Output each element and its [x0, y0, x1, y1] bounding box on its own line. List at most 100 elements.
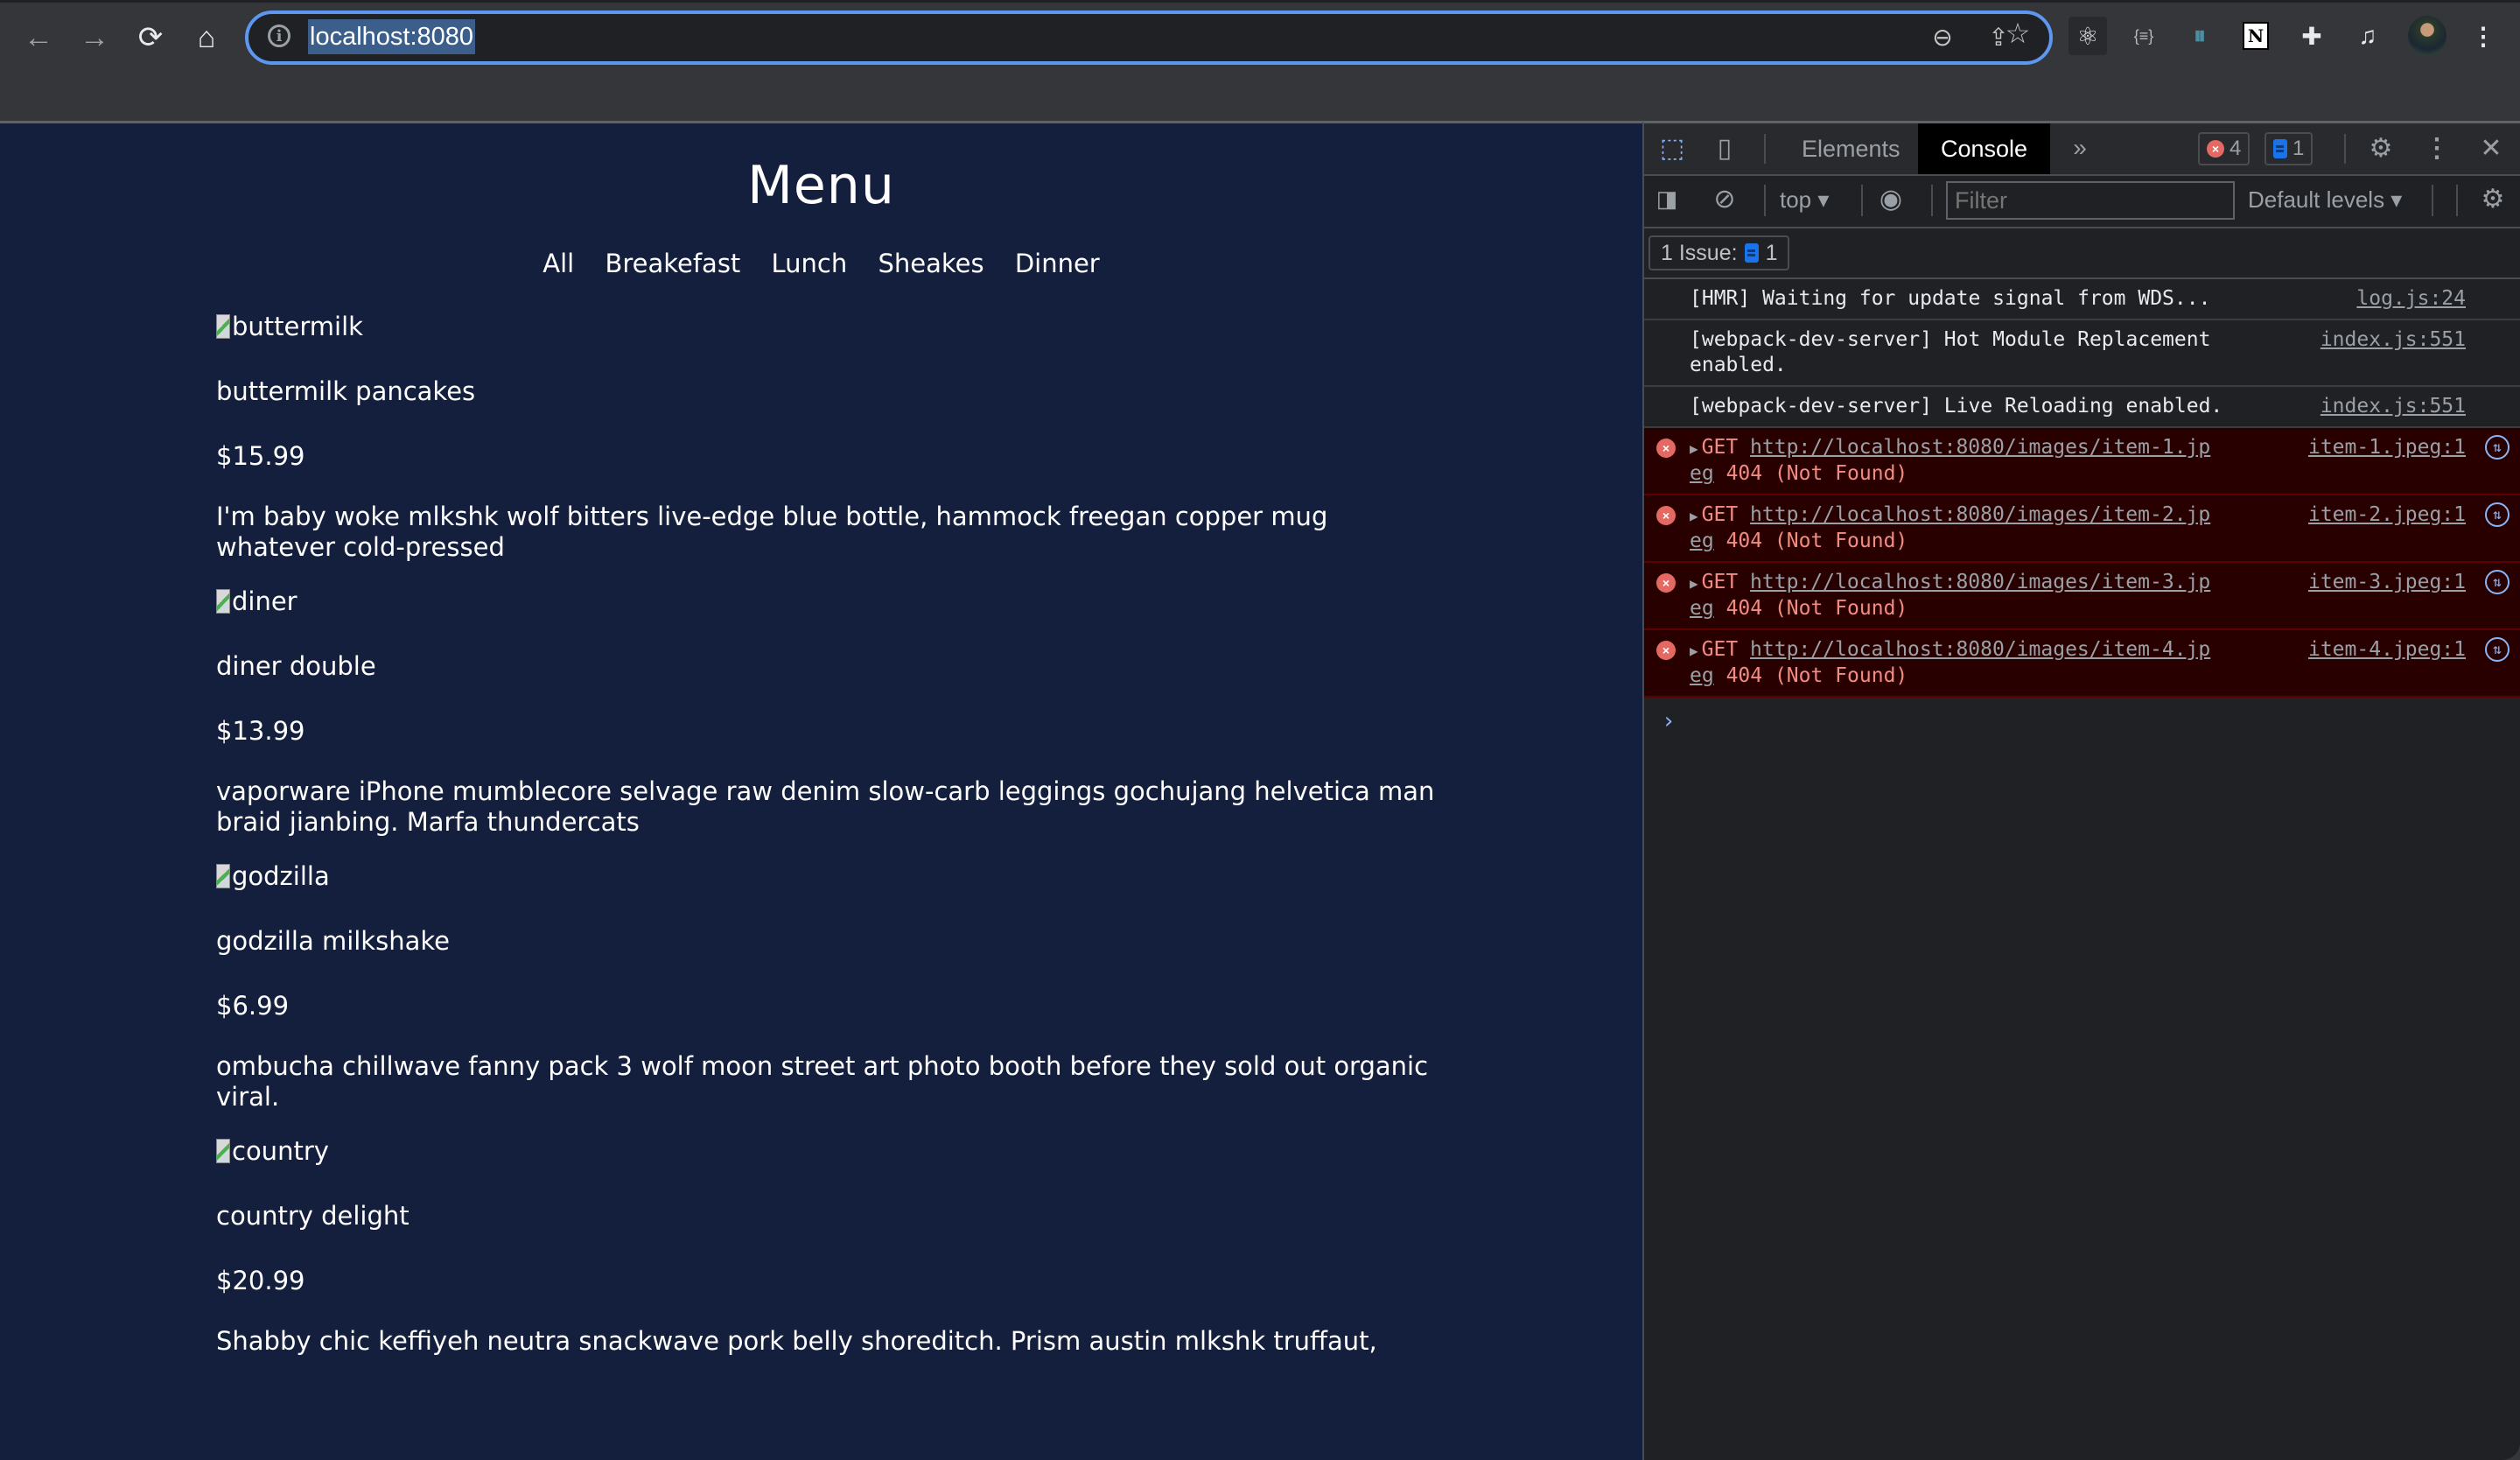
item-price: $6.99 — [216, 991, 290, 1021]
error-count-badge[interactable]: × 4 — [2198, 132, 2250, 165]
notion-icon[interactable]: N — [2236, 17, 2275, 55]
error-status: 404 (Not Found) — [1726, 597, 1908, 620]
request-url[interactable]: http://localhost:8080/images/item-3.jp — [1750, 571, 2210, 593]
reload-button[interactable]: ⟳ — [131, 18, 170, 57]
home-button[interactable]: ⌂ — [187, 18, 226, 57]
extensions-puzzle-icon[interactable]: ✚ — [2292, 17, 2331, 55]
dashlane-icon[interactable]: ⏸ — [2180, 17, 2219, 55]
item-description: vaporware iPhone mumblecore selvage raw … — [216, 776, 1435, 837]
filter-breakfast[interactable]: Breakefast — [605, 249, 740, 278]
page-title: Menu — [747, 155, 895, 216]
prompt-chevron-icon: › — [1662, 708, 1676, 734]
request-url-cont[interactable]: eg — [1690, 597, 1714, 620]
broken-image-icon — [216, 1139, 230, 1163]
sidebar-toggle-icon[interactable]: ◨ — [1649, 181, 1684, 216]
context-selector[interactable]: top ▾ — [1780, 186, 1829, 214]
log-source-link[interactable]: log.js:24 — [2356, 286, 2466, 312]
back-button[interactable]: ← — [19, 18, 58, 57]
console-error-row[interactable]: × ▶ GET http://localhost:8080/images/item… — [1644, 428, 2520, 495]
expand-triangle-icon[interactable]: ▶ — [1690, 508, 1698, 524]
react-devtools-icon[interactable]: ⚛ — [2068, 17, 2107, 55]
error-source-link[interactable]: item-4.jpeg:1 — [2308, 637, 2466, 663]
item-price: $13.99 — [216, 716, 305, 746]
image-alt-text: country — [232, 1136, 329, 1166]
error-icon: × — [1656, 641, 1676, 660]
clear-console-icon[interactable]: ⊘ — [1707, 181, 1742, 216]
item-name: diner double — [216, 651, 376, 681]
network-request-icon[interactable]: ⇅ — [2485, 502, 2510, 527]
inspect-element-icon[interactable]: ⬚ — [1655, 130, 1690, 165]
more-tabs-icon[interactable]: » — [2062, 130, 2097, 165]
request-method: GET — [1701, 436, 1739, 459]
network-request-icon[interactable]: ⇅ — [2485, 570, 2510, 594]
console-error-row[interactable]: × ▶ GET http://localhost:8080/images/item… — [1644, 563, 2520, 630]
tab-console[interactable]: Console — [1918, 123, 2051, 174]
image-alt-text: godzilla — [232, 861, 330, 891]
json-formatter-icon[interactable]: {≡} — [2124, 17, 2163, 55]
error-icon: × — [1656, 506, 1676, 525]
request-url[interactable]: http://localhost:8080/images/item-1.jp — [1750, 436, 2210, 459]
filter-all[interactable]: All — [542, 249, 574, 278]
console-filter-input[interactable] — [1946, 181, 2235, 220]
request-url-cont[interactable]: eg — [1690, 462, 1714, 485]
devtools-tab-bar: ⬚ ▯ Elements Console » × 4 1 ⚙ ⋮ ✕ — [1644, 123, 2520, 176]
menu-item: buttermilk buttermilk pancakes $15.99 I'… — [216, 307, 1441, 563]
item-name: godzilla milkshake — [216, 926, 450, 956]
filter-lunch[interactable]: Lunch — [772, 249, 848, 278]
item-price: $15.99 — [216, 441, 305, 471]
broken-image-icon — [216, 314, 230, 339]
reading-list-icon[interactable]: ♫ — [2348, 17, 2387, 55]
expand-triangle-icon[interactable]: ▶ — [1690, 575, 1698, 592]
device-toolbar-icon[interactable]: ▯ — [1707, 130, 1742, 165]
live-expression-eye-icon[interactable]: ◉ — [1873, 181, 1908, 216]
profile-avatar[interactable] — [2408, 16, 2446, 56]
tab-elements[interactable]: Elements — [1779, 123, 1923, 174]
home-icon: ⌂ — [197, 20, 216, 54]
menu-item: diner diner double $13.99 vaporware iPho… — [216, 582, 1441, 838]
expand-triangle-icon[interactable]: ▶ — [1690, 642, 1698, 659]
image-alt-text: buttermilk — [232, 312, 363, 341]
address-bar[interactable]: i localhost:8080 ⊖ ⇪ — [245, 11, 2053, 65]
message-count-badge[interactable]: 1 — [2264, 132, 2314, 165]
console-error-row[interactable]: × ▶ GET http://localhost:8080/images/item… — [1644, 630, 2520, 698]
request-url[interactable]: http://localhost:8080/images/item-4.jp — [1750, 638, 2210, 661]
zoom-icon[interactable]: ⊖ — [1925, 19, 1960, 54]
request-url-cont[interactable]: eg — [1690, 530, 1714, 552]
item-name: buttermilk pancakes — [216, 376, 476, 406]
error-source-link[interactable]: item-1.jpeg:1 — [2308, 435, 2466, 460]
issues-button[interactable]: 1 Issue: 1 — [1648, 235, 1790, 270]
log-text: [HMR] Waiting for update signal from WDS… — [1690, 287, 2211, 310]
filter-shakes[interactable]: Sheakes — [878, 249, 984, 278]
request-url-cont[interactable]: eg — [1690, 664, 1714, 687]
more-options-icon[interactable]: ⋮ — [2419, 130, 2454, 165]
message-icon — [2273, 139, 2287, 158]
settings-gear-icon[interactable]: ⚙ — [2363, 130, 2398, 165]
log-source-link[interactable]: index.js:551 — [2320, 327, 2466, 353]
console-log-row: [webpack-dev-server] Hot Module Replacem… — [1644, 320, 2520, 387]
forward-button[interactable]: → — [75, 18, 114, 57]
error-status: 404 (Not Found) — [1726, 462, 1908, 485]
console-log-row: [webpack-dev-server] Live Reloading enab… — [1644, 387, 2520, 428]
log-source-link[interactable]: index.js:551 — [2320, 394, 2466, 419]
log-levels-dropdown[interactable]: Default levels ▾ — [2248, 186, 2402, 214]
console-settings-gear-icon[interactable]: ⚙ — [2475, 181, 2510, 216]
console-error-row[interactable]: × ▶ GET http://localhost:8080/images/item… — [1644, 495, 2520, 563]
bookmark-star-icon[interactable]: ☆ — [2000, 16, 2035, 51]
site-info-icon[interactable]: i — [268, 25, 290, 47]
chrome-menu-icon[interactable]: ⋮ — [2464, 17, 2502, 55]
console-prompt[interactable]: › — [1644, 698, 2520, 745]
issue-message-icon — [1744, 243, 1759, 263]
close-devtools-icon[interactable]: ✕ — [2474, 130, 2509, 165]
request-url[interactable]: http://localhost:8080/images/item-2.jp — [1750, 503, 2210, 526]
filter-dinner[interactable]: Dinner — [1015, 249, 1100, 278]
devtools-panel: ⬚ ▯ Elements Console » × 4 1 ⚙ ⋮ ✕ ◨ ⊘ to… — [1642, 121, 2520, 1460]
error-source-link[interactable]: item-2.jpeg:1 — [2308, 502, 2466, 528]
network-request-icon[interactable]: ⇅ — [2485, 637, 2510, 662]
network-request-icon[interactable]: ⇅ — [2485, 435, 2510, 460]
separator — [1931, 185, 1933, 216]
arrow-right-icon: → — [80, 20, 109, 54]
url-text[interactable]: localhost:8080 — [308, 19, 476, 54]
error-source-link[interactable]: item-3.jpeg:1 — [2308, 570, 2466, 595]
error-icon: × — [2207, 140, 2224, 158]
expand-triangle-icon[interactable]: ▶ — [1690, 440, 1698, 457]
